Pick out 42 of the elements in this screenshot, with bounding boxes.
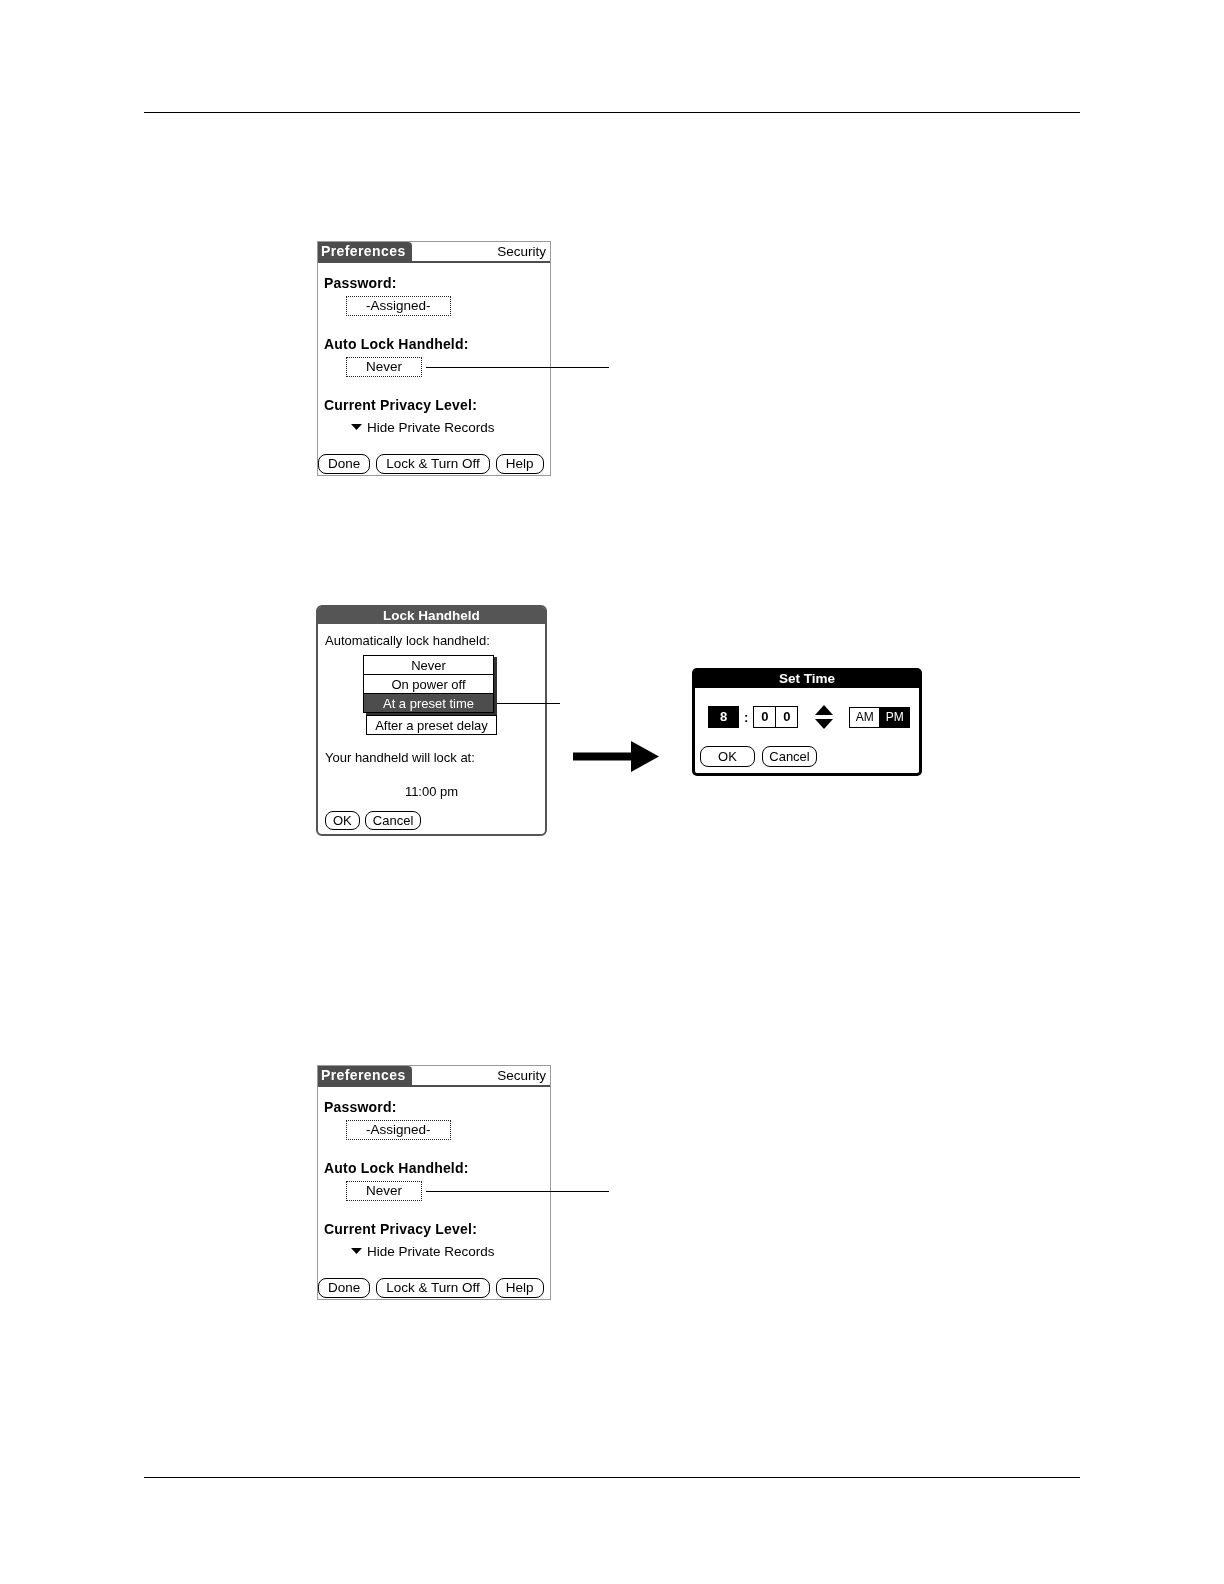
popup-option[interactable]: At a preset time <box>364 694 493 712</box>
selector-trigger[interactable]: -Assigned- <box>346 296 451 316</box>
time-separator: : <box>744 709 749 725</box>
dialog-title: Lock Handheld <box>318 607 545 624</box>
am-pm-toggle[interactable]: PM <box>879 706 911 728</box>
category-picker[interactable]: Security <box>497 1067 550 1085</box>
prompt-text: Automatically lock handheld: <box>325 633 490 649</box>
up-down-arrows-icon[interactable] <box>815 705 834 729</box>
field-label: Auto Lock Handheld: <box>324 336 469 352</box>
minute-digit-field[interactable]: 0 <box>775 706 799 728</box>
round-button[interactable]: Help <box>495 1278 544 1298</box>
minute-digit-field[interactable]: 0 <box>753 706 777 728</box>
selector-trigger[interactable]: -Assigned- <box>346 1120 451 1140</box>
privacy-level-popup[interactable]: Hide Private Records <box>351 1243 495 1259</box>
app-title: Preferences <box>318 1066 412 1085</box>
field-label: Password: <box>324 275 397 291</box>
app-title: Preferences <box>318 242 412 261</box>
info-text: Your handheld will lock at: <box>325 750 475 766</box>
field-label: Current Privacy Level: <box>324 1221 478 1237</box>
am-pm-toggle[interactable]: AM <box>849 706 881 728</box>
dialog-title: Set Time <box>695 671 919 688</box>
round-button[interactable]: Cancel <box>762 746 817 767</box>
field-label: Auto Lock Handheld: <box>324 1160 469 1176</box>
hour-field[interactable]: 8 <box>708 706 739 728</box>
selector-trigger[interactable]: Never <box>346 357 422 377</box>
round-button[interactable]: Lock & Turn Off <box>376 1278 490 1298</box>
selector-trigger[interactable]: Never <box>346 1181 422 1201</box>
round-button[interactable]: Lock & Turn Off <box>376 454 490 474</box>
privacy-level-popup[interactable]: Hide Private Records <box>351 419 495 435</box>
dropdown-triangle-icon <box>351 424 362 430</box>
round-button[interactable]: OK <box>325 811 360 830</box>
lock-time-text: 11:00 pm <box>404 784 459 800</box>
round-button[interactable]: OK <box>700 746 755 767</box>
round-button[interactable]: Help <box>495 454 544 474</box>
round-button[interactable]: Cancel <box>364 811 422 830</box>
field-label: Current Privacy Level: <box>324 397 478 413</box>
dropdown-triangle-icon <box>351 1248 362 1254</box>
round-button[interactable]: Done <box>318 454 371 474</box>
popup-option[interactable]: After a preset delay <box>366 715 497 735</box>
category-picker[interactable]: Security <box>497 243 550 261</box>
round-button[interactable]: Done <box>318 1278 371 1298</box>
field-label: Password: <box>324 1099 397 1115</box>
